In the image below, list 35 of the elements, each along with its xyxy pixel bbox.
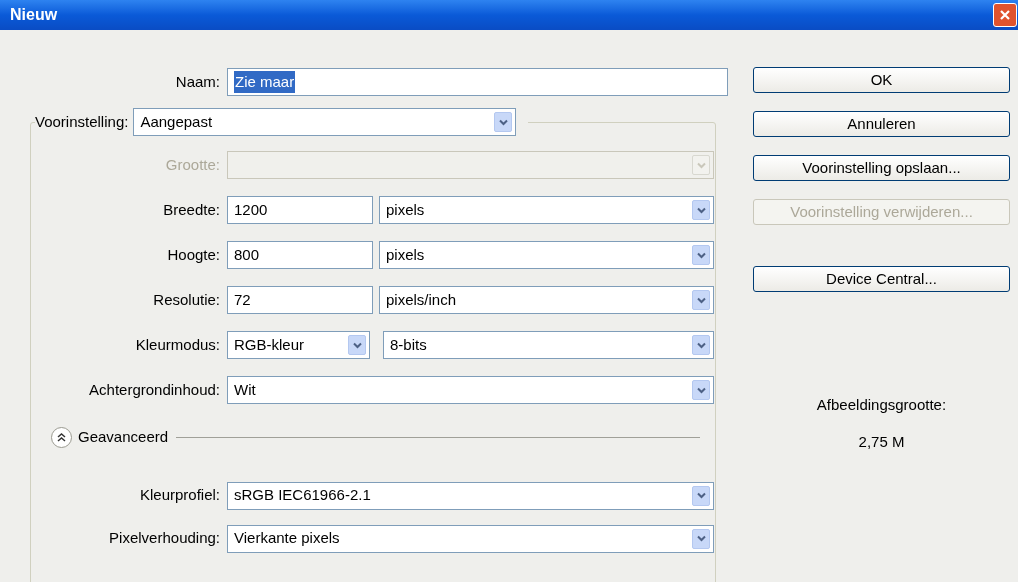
input-field[interactable]: 1200 [227,196,373,224]
image-size-label: Afbeeldingsgrootte: [816,395,947,415]
dialog-button[interactable]: OK [753,67,1010,93]
double-chevron-up-icon [56,431,67,443]
collapse-button[interactable] [51,426,72,448]
section-label: Geavanceerd [78,427,169,447]
field-label: Grootte: [164,154,221,175]
field-label: Kleurmodus: [134,334,221,355]
unit-dropdown[interactable]: pixels/inch [379,286,714,314]
dropdown[interactable]: Wit [227,376,714,404]
depth-dropdown[interactable]: 8-bits [383,331,714,359]
input-field[interactable]: 72 [227,286,373,314]
window-title: Nieuw [10,5,58,25]
input-field[interactable]: 800 [227,241,373,269]
unit-dropdown[interactable]: pixels [379,241,714,269]
field-label: Resolutie: [152,289,221,310]
field-label: Kleurprofiel: [138,485,221,506]
image-size-value: 2,75 M [858,431,905,452]
unit-dropdown[interactable]: pixels [379,196,714,224]
dialog-button[interactable]: Device Central... [753,266,1010,292]
dialog-button[interactable]: Voorinstelling opslaan... [753,155,1010,181]
dialog-button[interactable]: Annuleren [753,111,1010,137]
dropdown[interactable]: sRGB IEC61966-2.1 [227,481,714,510]
dropdown[interactable]: Vierkante pixels [227,524,714,553]
field-label: Breedte: [162,199,221,220]
name-field[interactable]: Zie maar [227,68,728,96]
field-label: Pixelverhouding: [108,528,221,549]
close-icon [999,9,1011,21]
mode-dropdown[interactable]: RGB-kleur [227,331,370,359]
field-label: Achtergrondinhoud: [88,379,221,400]
preset-dropdown[interactable]: Aangepast [133,108,517,136]
field-label: Hoogte: [166,244,221,265]
field-label: Naam: [174,71,221,92]
close-button[interactable] [993,3,1017,27]
field-label: Voorinstelling: [35,111,130,132]
